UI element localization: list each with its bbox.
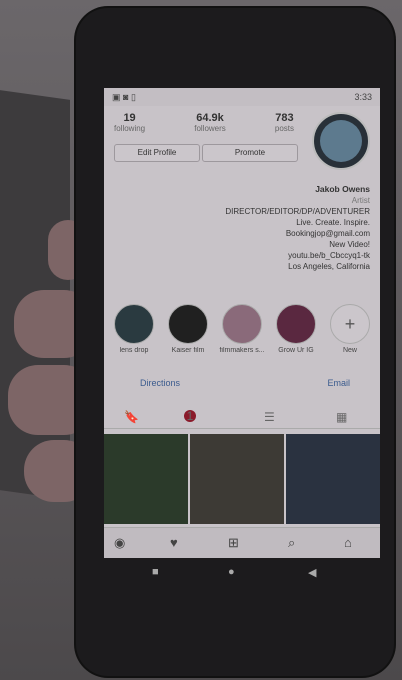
story-highlights: + New Grow Ur IG filmmakers s... Kaiser … (104, 304, 380, 360)
highlight-item[interactable]: lens drop (108, 304, 160, 354)
profile-name: Jakob Owens (315, 184, 370, 194)
highlight-new[interactable]: + New (324, 304, 376, 354)
post-thumbnail[interactable] (286, 434, 380, 524)
highlight-item[interactable]: filmmakers s... (216, 304, 268, 354)
tab-list[interactable]: ☰ (264, 410, 275, 424)
bio-link[interactable]: youtu.be/b_Cbccyq1-tk (130, 250, 370, 261)
profile-category: Artist (351, 196, 370, 205)
highlight-cover (222, 304, 262, 344)
bio-line: DIRECTOR/EDITOR/DP/ADVENTURER (225, 207, 370, 216)
instagram-profile-screen: ▣ ◙ ▯ 3:33 19 following 64.9k followers … (104, 88, 380, 558)
plus-icon: + (330, 304, 370, 344)
back-icon[interactable]: ◀ (308, 566, 316, 579)
followers-stat[interactable]: 64.9k followers (194, 112, 226, 133)
bio-line: Live. Create. Inspire. (296, 218, 370, 227)
status-icons: ▣ ◙ ▯ (112, 92, 136, 102)
promote-button[interactable]: Promote (202, 144, 298, 162)
tab-saved[interactable]: 🔖 (124, 410, 139, 424)
contact-links: Directions Email (104, 378, 380, 394)
status-time: 3:33 (354, 92, 372, 102)
tab-grid[interactable]: ▦ (336, 410, 347, 424)
posts-stat[interactable]: 783 posts (275, 112, 294, 133)
avatar-photo (320, 120, 362, 162)
highlight-cover (114, 304, 154, 344)
post-grid (104, 434, 380, 524)
edit-profile-button[interactable]: Edit Profile (114, 144, 200, 162)
home-icon[interactable]: ⌂ (344, 535, 352, 550)
status-bar: ▣ ◙ ▯ 3:33 (104, 88, 380, 106)
profile-nav-icon[interactable]: ◉ (114, 535, 125, 551)
following-stat[interactable]: 19 following (114, 112, 145, 133)
profile-bio: Jakob Owens Artist DIRECTOR/EDITOR/DP/AD… (130, 184, 370, 272)
profile-stats: 19 following 64.9k followers 783 posts (114, 112, 294, 133)
highlight-cover (168, 304, 208, 344)
directions-link[interactable]: Directions (140, 378, 180, 388)
profile-tabs: 🔖 1 ☰ ▦ (104, 408, 380, 429)
highlight-cover (276, 304, 316, 344)
highlight-item[interactable]: Grow Ur IG (270, 304, 322, 354)
bio-location: Los Angeles, California (288, 262, 370, 271)
search-icon[interactable]: ⌕ (288, 535, 295, 551)
notification-badge: 1 (184, 410, 196, 422)
post-thumbnail[interactable] (190, 434, 284, 524)
bottom-nav: ◉ ♥ ⊞ ⌕ ⌂ (104, 527, 380, 558)
bio-line: Bookingjop@gmail.com (285, 229, 370, 238)
home-button-icon[interactable]: ● (228, 566, 235, 578)
heart-icon[interactable]: ♥ (170, 535, 178, 550)
email-link[interactable]: Email (327, 378, 350, 388)
add-post-icon[interactable]: ⊞ (228, 535, 239, 551)
recents-icon[interactable]: ■ (152, 566, 159, 578)
post-thumbnail[interactable] (104, 434, 188, 524)
highlight-item[interactable]: Kaiser film (162, 304, 214, 354)
avatar[interactable] (312, 112, 370, 170)
bio-line: New Video! (329, 240, 370, 249)
system-nav-bar: ■ ● ◀ (140, 566, 330, 586)
